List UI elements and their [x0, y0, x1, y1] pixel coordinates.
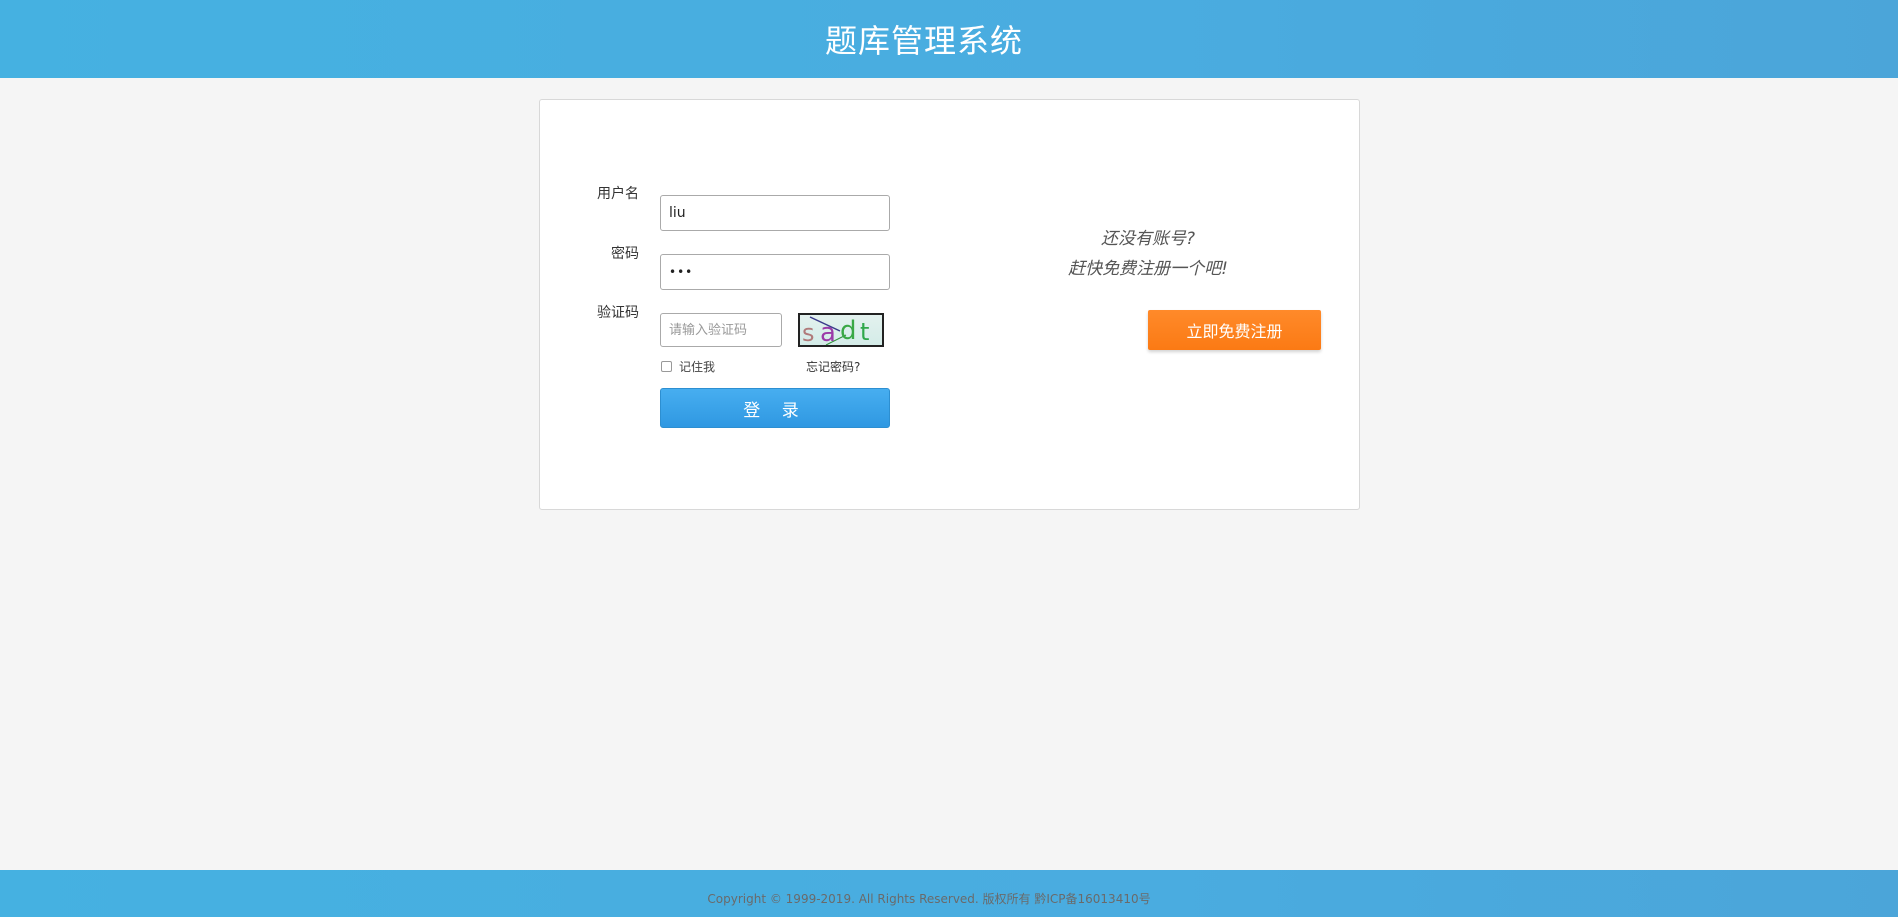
- username-label: 用户名: [597, 186, 639, 202]
- username-input[interactable]: [660, 195, 890, 231]
- password-label: 密码: [611, 246, 639, 262]
- captcha-image[interactable]: s a d t: [798, 313, 884, 347]
- login-card: 用户名 密码 验证码 s a d t 记住我 忘记密码? 登 录 还没有账号? …: [539, 99, 1360, 510]
- password-input[interactable]: [660, 254, 890, 290]
- register-button[interactable]: 立即免费注册: [1148, 310, 1321, 350]
- page-footer: Copyright © 1999-2019. All Rights Reserv…: [0, 870, 1898, 917]
- svg-text:s: s: [802, 319, 815, 345]
- captcha-graphic: s a d t: [802, 316, 869, 345]
- copyright-text: Copyright © 1999-2019. All Rights Reserv…: [707, 892, 1151, 906]
- page-title: 题库管理系统: [824, 22, 1023, 60]
- register-promo-line2: 赶快免费注册一个吧!: [1068, 259, 1228, 279]
- svg-text:t: t: [860, 318, 869, 345]
- login-button[interactable]: 登 录: [660, 388, 890, 428]
- page-header: 题库管理系统: [0, 0, 1898, 78]
- svg-text:a: a: [820, 318, 836, 345]
- forgot-password-link[interactable]: 忘记密码?: [806, 358, 860, 375]
- captcha-label: 验证码: [597, 305, 639, 321]
- register-promo-line1: 还没有账号?: [1100, 229, 1196, 249]
- captcha-input[interactable]: [660, 313, 782, 347]
- remember-label: 记住我: [679, 360, 716, 374]
- remember-checkbox[interactable]: [661, 361, 672, 372]
- svg-text:d: d: [840, 316, 857, 345]
